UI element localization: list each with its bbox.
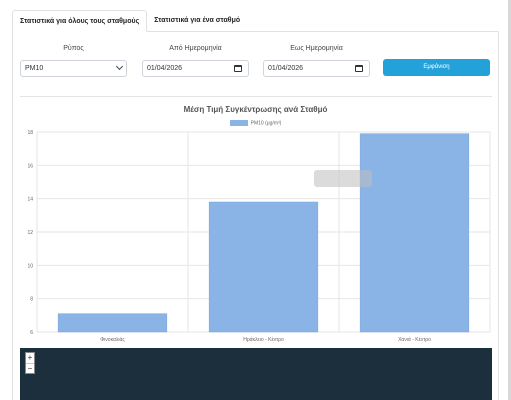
- y-tick-label: 10: [27, 263, 33, 269]
- x-tick-label: Χανιά - Κέντρο: [398, 336, 431, 343]
- tab-single-station[interactable]: Στατιστικά για ένα σταθμό: [147, 10, 247, 32]
- x-tick-label: Φινοκαλιάς: [100, 336, 125, 343]
- bar: [359, 133, 470, 333]
- y-tick-label: 14: [27, 197, 33, 203]
- x-tick-label: Ηράκλειο - Κέντρο: [243, 336, 284, 343]
- tab-panel: Ρύπος PM10 Από Ημερομηνία 01/04/2026 Εως…: [12, 31, 499, 400]
- zoom-in-button[interactable]: +: [26, 353, 34, 363]
- y-tick-label: 6: [30, 330, 33, 336]
- bar-chart: 6 8 10 12 14 16 18 Φινοκαλιάς Ηράκλειο - Κέντρο Χ…: [27, 130, 491, 343]
- bar: [208, 201, 319, 333]
- y-tick-label: 16: [27, 163, 33, 169]
- map-zoom-control: + −: [25, 352, 35, 374]
- y-tick-label: 12: [27, 230, 33, 236]
- zoom-out-button[interactable]: −: [26, 363, 34, 373]
- y-tick-label: 18: [27, 130, 33, 136]
- y-tick-label: 8: [30, 297, 33, 303]
- tab-all-stations[interactable]: Στατιστικά για όλους τους σταθμούς: [12, 10, 148, 32]
- tab-bar: Στατιστικά για όλους τους σταθμούς Στατι…: [12, 10, 247, 32]
- bar: [57, 313, 168, 333]
- chart-tooltip: [314, 170, 372, 187]
- map[interactable]: + −: [20, 348, 492, 400]
